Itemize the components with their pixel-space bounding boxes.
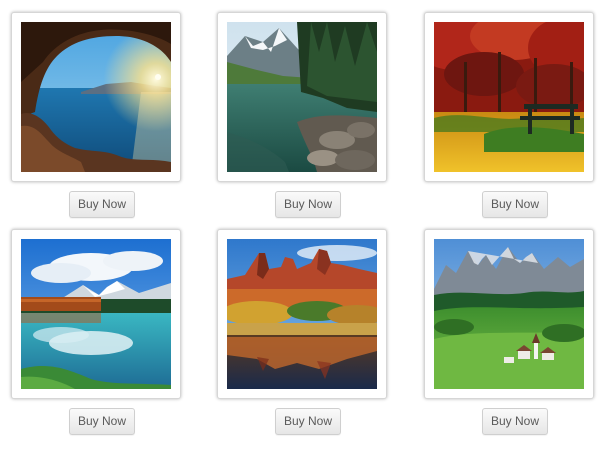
autumn-forest-image: [434, 22, 584, 172]
buy-now-button[interactable]: Buy Now: [275, 408, 341, 435]
product-grid: Buy Now Buy Now Buy Now Buy Now Buy Now …: [0, 0, 611, 451]
product-image-frame[interactable]: [11, 229, 181, 399]
product-image-mountain-lake[interactable]: [227, 22, 377, 172]
product-image-frame[interactable]: [11, 12, 181, 182]
buy-now-button[interactable]: Buy Now: [275, 191, 341, 218]
product-image-frame[interactable]: [424, 229, 594, 399]
product-card: Buy Now: [424, 12, 596, 230]
red-rocks-image: [227, 239, 377, 389]
buy-now-button[interactable]: Buy Now: [69, 191, 135, 218]
product-card: Buy Now: [217, 12, 389, 230]
sea-cave-image: [21, 22, 171, 172]
product-image-autumn-forest[interactable]: [434, 22, 584, 172]
product-image-frame[interactable]: [217, 229, 387, 399]
alpine-village-image: [434, 239, 584, 389]
product-image-red-rocks[interactable]: [227, 239, 377, 389]
product-image-reflective-lake[interactable]: [21, 239, 171, 389]
product-card: Buy Now: [217, 229, 389, 447]
product-image-frame[interactable]: [217, 12, 387, 182]
mountain-lake-image: [227, 22, 377, 172]
buy-now-button[interactable]: Buy Now: [69, 408, 135, 435]
product-image-frame[interactable]: [424, 12, 594, 182]
product-card: Buy Now: [424, 229, 596, 447]
buy-now-button[interactable]: Buy Now: [482, 191, 548, 218]
product-card: Buy Now: [11, 229, 183, 447]
product-card: Buy Now: [11, 12, 183, 230]
product-image-alpine-village[interactable]: [434, 239, 584, 389]
product-image-sea-cave[interactable]: [21, 22, 171, 172]
buy-now-button[interactable]: Buy Now: [482, 408, 548, 435]
reflective-lake-image: [21, 239, 171, 389]
